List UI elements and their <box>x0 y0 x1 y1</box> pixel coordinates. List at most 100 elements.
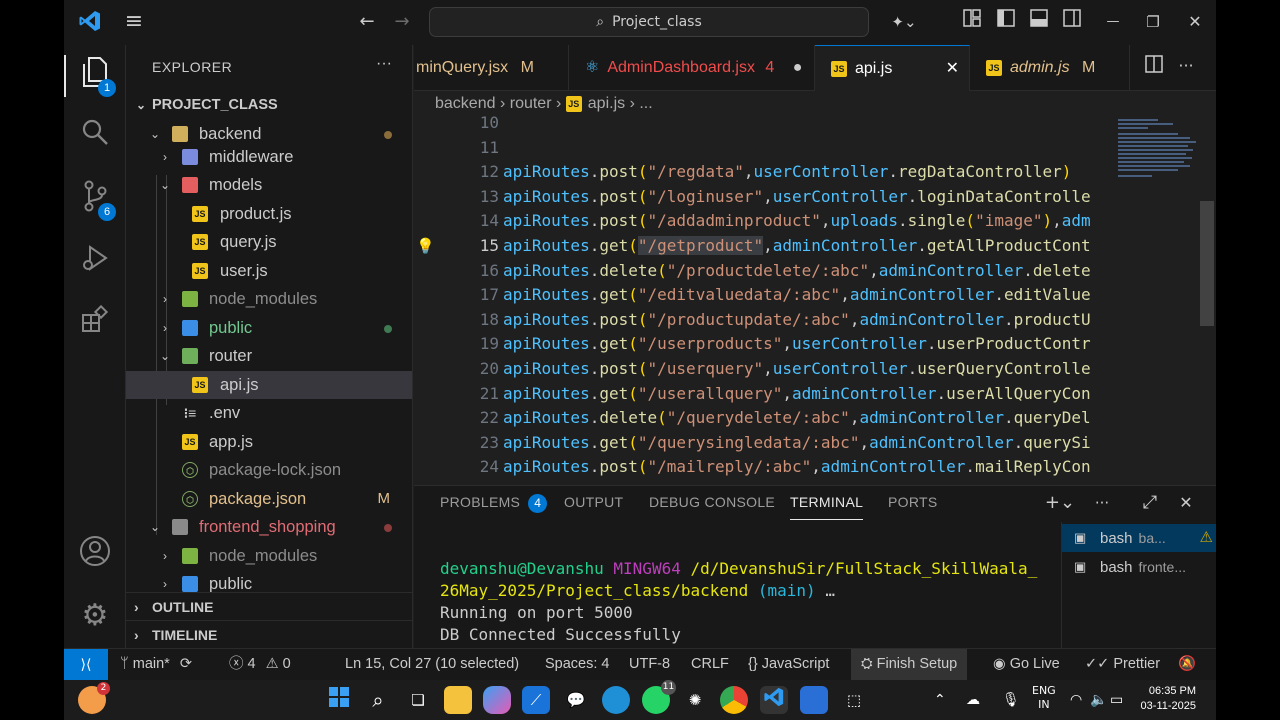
tree-folder-public[interactable]: › public <box>126 314 412 342</box>
split-editor-icon[interactable] <box>1142 55 1166 81</box>
panel-tab-output[interactable]: OUTPUT <box>564 494 623 510</box>
extensions-icon[interactable] <box>74 304 116 347</box>
more-editor-actions-icon[interactable]: ··· <box>1174 53 1198 79</box>
copilot-icon[interactable]: ✦⌄ <box>884 9 924 35</box>
close-panel-icon[interactable]: ✕ <box>1174 490 1198 516</box>
code-line[interactable]: 19 apiRoutes.get("/userproducts",userCont… <box>414 332 1114 357</box>
code-line[interactable]: 10 <box>414 115 1114 136</box>
code-line[interactable]: 23 apiRoutes.get("/querysingledata/:abc",… <box>414 431 1114 456</box>
code-line[interactable]: 24 apiRoutes.post("/mailreply/:abc",admin… <box>414 455 1114 480</box>
panel-tab-ports[interactable]: PORTS <box>888 494 937 510</box>
clock[interactable]: 06:35 PM 03-11-2025 <box>1141 684 1196 714</box>
terminal-item-bash-frontend[interactable]: ▣ bash fronte... <box>1062 553 1216 581</box>
manage-gear-icon[interactable]: ⚙ <box>74 595 116 637</box>
onedrive-icon[interactable]: ☁ <box>966 680 980 720</box>
microphone-icon[interactable]: 🎙 <box>1002 680 1020 720</box>
code-line[interactable]: 💡 15 apiRoutes.get("/getproduct",adminCont… <box>414 234 1114 259</box>
start-windows-icon[interactable] <box>325 686 353 714</box>
code-line[interactable]: 14 apiRoutes.post("/addadminproduct",uplo… <box>414 209 1114 234</box>
battery-icon[interactable]: ▭ <box>1110 680 1123 720</box>
timeline-section[interactable]: › TIMELINE <box>126 620 412 648</box>
chrome-icon[interactable] <box>720 686 748 714</box>
code-line[interactable]: 18 apiRoutes.post("/productupdate/:abc",a… <box>414 308 1114 333</box>
run-debug-icon[interactable] <box>74 243 116 285</box>
code-line[interactable]: 11 <box>414 136 1114 161</box>
unsaved-dot-icon[interactable]: ● <box>793 59 803 76</box>
chatgpt-icon[interactable]: ✺ <box>681 686 709 714</box>
editor-scrollbar[interactable] <box>1200 201 1214 326</box>
back-arrow-icon[interactable]: ← <box>354 9 380 35</box>
branch-status[interactable]: ᛘ main* ⟳ <box>120 649 192 680</box>
more-actions-icon[interactable]: ··· <box>376 55 392 73</box>
forward-arrow-icon[interactable]: → <box>389 9 415 35</box>
finish-setup-button[interactable]: ⛭ Finish Setup <box>851 649 968 680</box>
tree-folder-models[interactable]: ⌄ models <box>126 171 412 199</box>
code-line[interactable]: 17 apiRoutes.get("/editvaluedata/:abc",ad… <box>414 283 1114 308</box>
show-hidden-icons[interactable]: ⌃ <box>934 680 946 720</box>
encoding[interactable]: UTF-8 <box>629 649 670 680</box>
source-control-icon[interactable]: 6 <box>74 179 116 221</box>
sync-icon[interactable]: ⟳ <box>180 656 192 672</box>
panel-tab-terminal[interactable]: TERMINAL <box>790 494 864 520</box>
copilot-app-icon[interactable]: 2 <box>78 682 110 714</box>
language-indicator[interactable]: ENG IN <box>1032 684 1056 712</box>
task-view-icon[interactable]: ❏ <box>404 686 432 714</box>
tab-admin-js[interactable]: JS admin.js M <box>970 45 1130 91</box>
tree-folder-middleware[interactable]: › middleware <box>126 143 412 171</box>
tree-folder-public-2[interactable]: › public <box>126 570 412 592</box>
whatsapp-icon[interactable]: 11 <box>642 680 676 714</box>
copilot-taskbar-icon[interactable] <box>483 686 511 714</box>
toggle-sidebar-icon[interactable] <box>994 9 1018 35</box>
volume-icon[interactable]: 🔈 <box>1090 680 1107 720</box>
code-line[interactable]: 22 apiRoutes.delete("/querydelete/:abc",a… <box>414 406 1114 431</box>
terminal-item-bash-backend[interactable]: ▣ bash ba... ⚠ <box>1062 524 1216 552</box>
tab-api-js[interactable]: JS api.js ✕ <box>815 45 970 91</box>
hamburger-menu-icon[interactable]: ≡ <box>120 9 148 35</box>
tree-file-api-js[interactable]: JS api.js <box>126 371 412 399</box>
tree-file-user-js[interactable]: JS user.js <box>126 257 412 285</box>
tree-file-env[interactable]: ⁝≡ .env <box>126 399 412 427</box>
remote-indicator-icon[interactable]: ⟩⟨ <box>64 649 108 680</box>
maximize-panel-icon[interactable]: ⤢ <box>1138 490 1162 516</box>
project-root[interactable]: ⌄ PROJECT_CLASS <box>126 91 412 119</box>
code-line[interactable]: 21 apiRoutes.get("/userallquery",adminCon… <box>414 382 1114 407</box>
search-icon[interactable] <box>74 117 116 159</box>
chat-app-icon[interactable]: 💬 <box>562 686 590 714</box>
tree-file-product-js[interactable]: JS product.js <box>126 200 412 228</box>
tree-file-package-json[interactable]: ⬡ package.json M <box>126 485 412 513</box>
vscode-taskbar-icon[interactable] <box>760 686 788 714</box>
cursor-position[interactable]: Ln 15, Col 27 (10 selected) <box>345 649 519 680</box>
code-editor[interactable]: 10 11 12 apiRoutes.post("/regdata",userCont… <box>414 115 1216 485</box>
panel-tab-problems[interactable]: PROBLEMS 4 <box>440 494 548 513</box>
edge-browser-icon[interactable] <box>602 686 630 714</box>
tree-file-package-lock[interactable]: ⬡ package-lock.json <box>126 456 412 484</box>
tree-folder-frontend[interactable]: ⌄ frontend_shopping <box>126 513 412 541</box>
code-line[interactable]: 20 apiRoutes.post("/userquery",userContro… <box>414 357 1114 382</box>
notifications-bell-icon[interactable]: 🔕 <box>1178 649 1196 680</box>
code-line[interactable]: 12 apiRoutes.post("/regdata",userControll… <box>414 160 1114 185</box>
restore-icon[interactable]: ❐ <box>1140 9 1166 35</box>
customize-layout-icon[interactable] <box>960 9 984 35</box>
file-explorer-icon[interactable] <box>444 686 472 714</box>
tree-folder-node-modules-2[interactable]: › node_modules <box>126 542 412 570</box>
notepad-icon[interactable] <box>800 686 828 714</box>
end-of-line[interactable]: CRLF <box>691 649 729 680</box>
go-live-button[interactable]: ◉ Go Live <box>993 649 1060 680</box>
recorder-icon[interactable]: ⬚ <box>840 686 868 714</box>
minimap[interactable] <box>1116 115 1200 485</box>
minimize-icon[interactable]: — <box>1100 9 1126 35</box>
problems-status[interactable]: ⓧ 4 ⚠ 0 <box>229 649 291 680</box>
tree-file-app-js[interactable]: JS app.js <box>126 428 412 456</box>
indentation[interactable]: Spaces: 4 <box>545 649 610 680</box>
toggle-panel-icon[interactable] <box>1027 9 1051 35</box>
search-taskbar-icon[interactable]: ⌕ <box>364 686 392 714</box>
tree-folder-node-modules[interactable]: › node_modules <box>126 285 412 313</box>
wifi-icon[interactable]: ◠ <box>1070 680 1082 720</box>
outline-section[interactable]: › OUTLINE <box>126 592 412 620</box>
lightbulb-icon[interactable]: 💡 <box>416 234 435 259</box>
explorer-icon[interactable]: 1 <box>64 55 116 97</box>
panel-tab-debug-console[interactable]: DEBUG CONSOLE <box>649 494 775 510</box>
code-line[interactable]: 13 apiRoutes.post("/loginuser",userContro… <box>414 185 1114 210</box>
command-center-search[interactable]: ⌕ Project_class <box>429 7 869 37</box>
close-window-icon[interactable]: ✕ <box>1182 9 1208 35</box>
